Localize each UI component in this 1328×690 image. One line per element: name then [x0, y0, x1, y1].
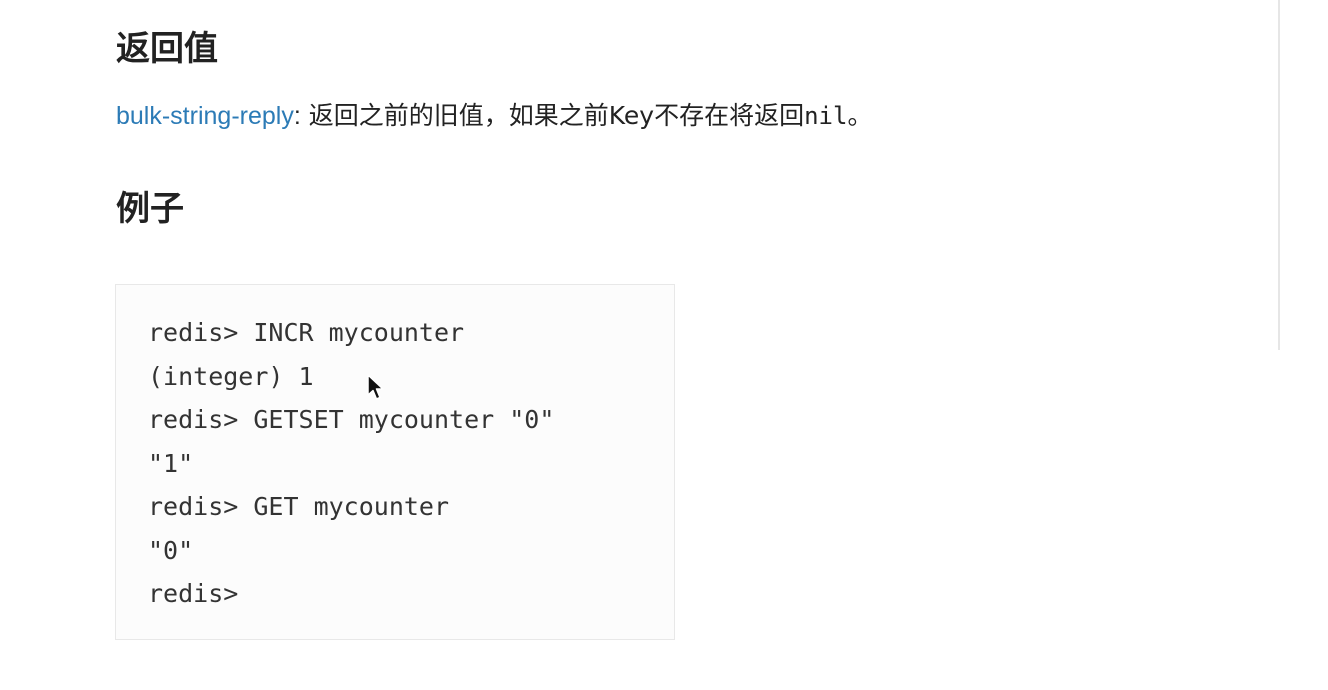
code-line: (integer) 1	[148, 361, 314, 391]
bulk-string-reply-link[interactable]: bulk-string-reply	[116, 102, 294, 130]
return-value-description: bulk-string-reply: 返回之前的旧值，如果之前Key不存在将返回…	[116, 96, 872, 136]
mouse-pointer-icon	[367, 374, 384, 400]
code-line: redis> GET mycounter	[148, 492, 450, 521]
description-text: 返回之前的旧值，如果之前Key不存在将返回	[300, 101, 805, 130]
documentation-page: 返回值 bulk-string-reply: 返回之前的旧值，如果之前Key不存…	[0, 0, 1328, 690]
code-example-block: redis> INCR mycounter (integer) 1 redis>…	[115, 284, 675, 640]
nil-code: nil	[804, 102, 848, 130]
code-line: "1"	[148, 448, 194, 478]
code-line: "0"	[148, 535, 194, 565]
content-divider	[1278, 0, 1280, 350]
return-value-heading: 返回值	[116, 29, 218, 69]
code-line: redis> INCR mycounter	[148, 318, 465, 347]
code-line: redis>	[148, 579, 239, 608]
description-colon: :	[293, 102, 301, 130]
code-line: redis> GETSET mycounter "0"	[148, 405, 555, 434]
description-end: 。	[847, 101, 873, 130]
example-heading: 例子	[116, 189, 184, 229]
